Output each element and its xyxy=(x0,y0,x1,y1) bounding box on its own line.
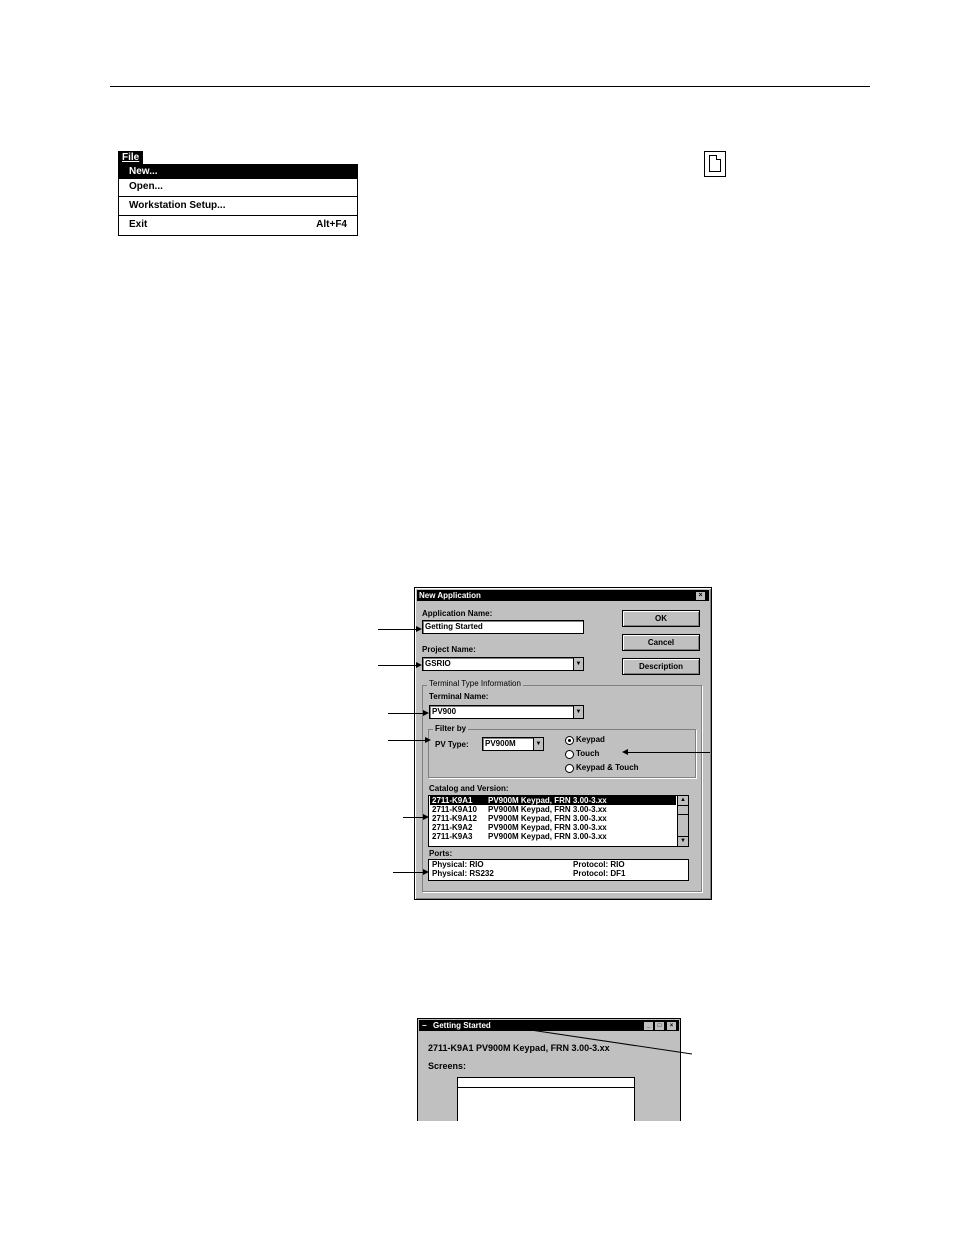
file-menu-title[interactable]: File xyxy=(118,151,144,164)
file-menu-dropdown: New... Open... Workstation Setup... Exit… xyxy=(118,164,358,236)
new-application-dialog: New Application × Application Name: Gett… xyxy=(414,587,712,900)
header-rule xyxy=(110,86,870,87)
port-protocol: Protocol: RIO xyxy=(573,860,625,869)
pv-type-value: PV900M xyxy=(485,739,516,748)
chevron-down-icon[interactable]: ▼ xyxy=(533,738,543,750)
callout-line xyxy=(378,629,416,630)
ok-button[interactable]: OK xyxy=(622,610,700,627)
catalog-description: PV900M Keypad, FRN 3.00-3.xx xyxy=(488,796,607,805)
cancel-button[interactable]: Cancel xyxy=(622,634,700,651)
catalog-number: 2711-K9A1 xyxy=(432,796,473,805)
catalog-number: 2711-K9A12 xyxy=(432,814,477,823)
port-row: Physical: RIO Protocol: RIO xyxy=(430,860,676,869)
radio-keypad[interactable] xyxy=(565,736,574,745)
screens-listbox[interactable] xyxy=(457,1077,635,1121)
menu-item-new[interactable]: New... xyxy=(119,165,357,179)
screens-list-header xyxy=(458,1078,634,1088)
catalog-description: PV900M Keypad, FRN 3.00-3.xx xyxy=(488,832,607,841)
dialog-title-bar: New Application × xyxy=(417,590,709,601)
menu-item-exit[interactable]: Exit Alt+F4 xyxy=(119,218,357,232)
system-menu-icon[interactable]: − xyxy=(422,1020,427,1031)
radio-keypad-touch-label: Keypad & Touch xyxy=(576,763,639,772)
port-protocol: Protocol: DF1 xyxy=(573,869,626,878)
page-shape xyxy=(709,155,721,172)
terminal-name-value: PV900 xyxy=(432,707,457,716)
dialog-title: New Application xyxy=(419,591,481,600)
close-icon[interactable]: × xyxy=(695,591,706,601)
pv-type-label: PV Type: xyxy=(435,740,469,749)
port-row: Physical: RS232 Protocol: DF1 xyxy=(430,869,676,878)
title-callout xyxy=(490,1023,693,1055)
terminal-name-label: Terminal Name: xyxy=(429,692,489,701)
application-name-input[interactable]: Getting Started xyxy=(422,620,584,634)
terminal-group-label: Terminal Type Information xyxy=(427,679,523,688)
list-item[interactable]: 2711-K9A3 PV900M Keypad, FRN 3.00-3.xx xyxy=(430,832,676,841)
chevron-down-icon[interactable]: ▼ xyxy=(573,658,583,670)
filter-by-group xyxy=(428,729,696,778)
port-physical: Physical: RIO xyxy=(432,860,484,869)
arrowhead xyxy=(425,737,431,743)
menu-item-label: Exit xyxy=(129,219,148,230)
pv-type-dropdown[interactable]: PV900M ▼ xyxy=(482,737,544,751)
menu-item-label: Workstation Setup... xyxy=(129,200,226,211)
menu-item-workstation-setup[interactable]: Workstation Setup... xyxy=(119,199,357,213)
list-item[interactable]: 2711-K9A2 PV900M Keypad, FRN 3.00-3.xx xyxy=(430,823,676,832)
terminal-name-dropdown[interactable]: PV900 ▼ xyxy=(429,705,584,719)
description-button[interactable]: Description xyxy=(622,658,700,675)
catalog-number: 2711-K9A10 xyxy=(432,805,477,814)
application-name-label: Application Name: xyxy=(422,609,493,618)
chevron-down-icon[interactable]: ▼ xyxy=(573,706,583,718)
project-name-dropdown[interactable]: GSRIO ▼ xyxy=(422,657,584,671)
arrowhead xyxy=(423,814,429,820)
list-item[interactable]: 2711-K9A12 PV900M Keypad, FRN 3.00-3.xx xyxy=(430,814,676,823)
project-name-value: GSRIO xyxy=(425,659,451,668)
callout-line xyxy=(393,872,423,873)
arrowhead xyxy=(423,869,429,875)
catalog-description: PV900M Keypad, FRN 3.00-3.xx xyxy=(488,805,607,814)
scroll-down-icon[interactable]: ▼ xyxy=(678,836,688,846)
project-name-label: Project Name: xyxy=(422,645,476,654)
catalog-number: 2711-K9A2 xyxy=(432,823,473,832)
menu-separator xyxy=(119,196,357,197)
arrowhead xyxy=(423,710,429,716)
catalog-description: PV900M Keypad, FRN 3.00-3.xx xyxy=(488,823,607,832)
radio-touch-label: Touch xyxy=(576,749,600,758)
callout-line xyxy=(388,713,423,714)
menu-separator xyxy=(119,215,357,216)
radio-touch[interactable] xyxy=(565,750,574,759)
arrowhead xyxy=(416,626,422,632)
callout-line xyxy=(628,752,710,753)
file-menu: File New... Open... Workstation Setup...… xyxy=(118,151,358,236)
callout-line xyxy=(403,817,423,818)
port-physical: Physical: RS232 xyxy=(432,869,494,878)
catalog-number: 2711-K9A3 xyxy=(432,832,473,841)
arrowhead xyxy=(416,662,422,668)
menu-item-shortcut: Alt+F4 xyxy=(316,219,347,230)
callout-line xyxy=(378,665,416,666)
app-title: Getting Started xyxy=(433,1021,491,1030)
callout-line xyxy=(388,740,425,741)
catalog-version-listbox[interactable]: 2711-K9A1 PV900M Keypad, FRN 3.00-3.xx 2… xyxy=(428,795,689,847)
scroll-up-icon[interactable]: ▲ xyxy=(678,796,688,806)
ports-box: Physical: RIO Protocol: RIO Physical: RS… xyxy=(428,859,689,881)
radio-keypad-touch[interactable] xyxy=(565,764,574,773)
radio-keypad-label: Keypad xyxy=(576,735,605,744)
catalog-description: PV900M Keypad, FRN 3.00-3.xx xyxy=(488,814,607,823)
arrowhead xyxy=(622,749,628,755)
catalog-version-label: Catalog and Version: xyxy=(429,784,509,793)
filter-by-label: Filter by xyxy=(433,724,469,733)
list-item[interactable]: 2711-K9A1 PV900M Keypad, FRN 3.00-3.xx xyxy=(430,796,676,805)
callout-line xyxy=(490,1023,693,1055)
screens-label: Screens: xyxy=(428,1061,467,1071)
new-document-icon[interactable] xyxy=(704,151,726,177)
list-item[interactable]: 2711-K9A10 PV900M Keypad, FRN 3.00-3.xx xyxy=(430,805,676,814)
ports-label: Ports: xyxy=(429,849,453,858)
menu-item-label: Open... xyxy=(129,181,163,192)
catalog-scrollbar[interactable]: ▲ ▼ xyxy=(677,796,688,846)
menu-item-label: New... xyxy=(129,166,158,177)
menu-item-open[interactable]: Open... xyxy=(119,180,357,194)
scroll-thumb[interactable] xyxy=(678,806,688,815)
